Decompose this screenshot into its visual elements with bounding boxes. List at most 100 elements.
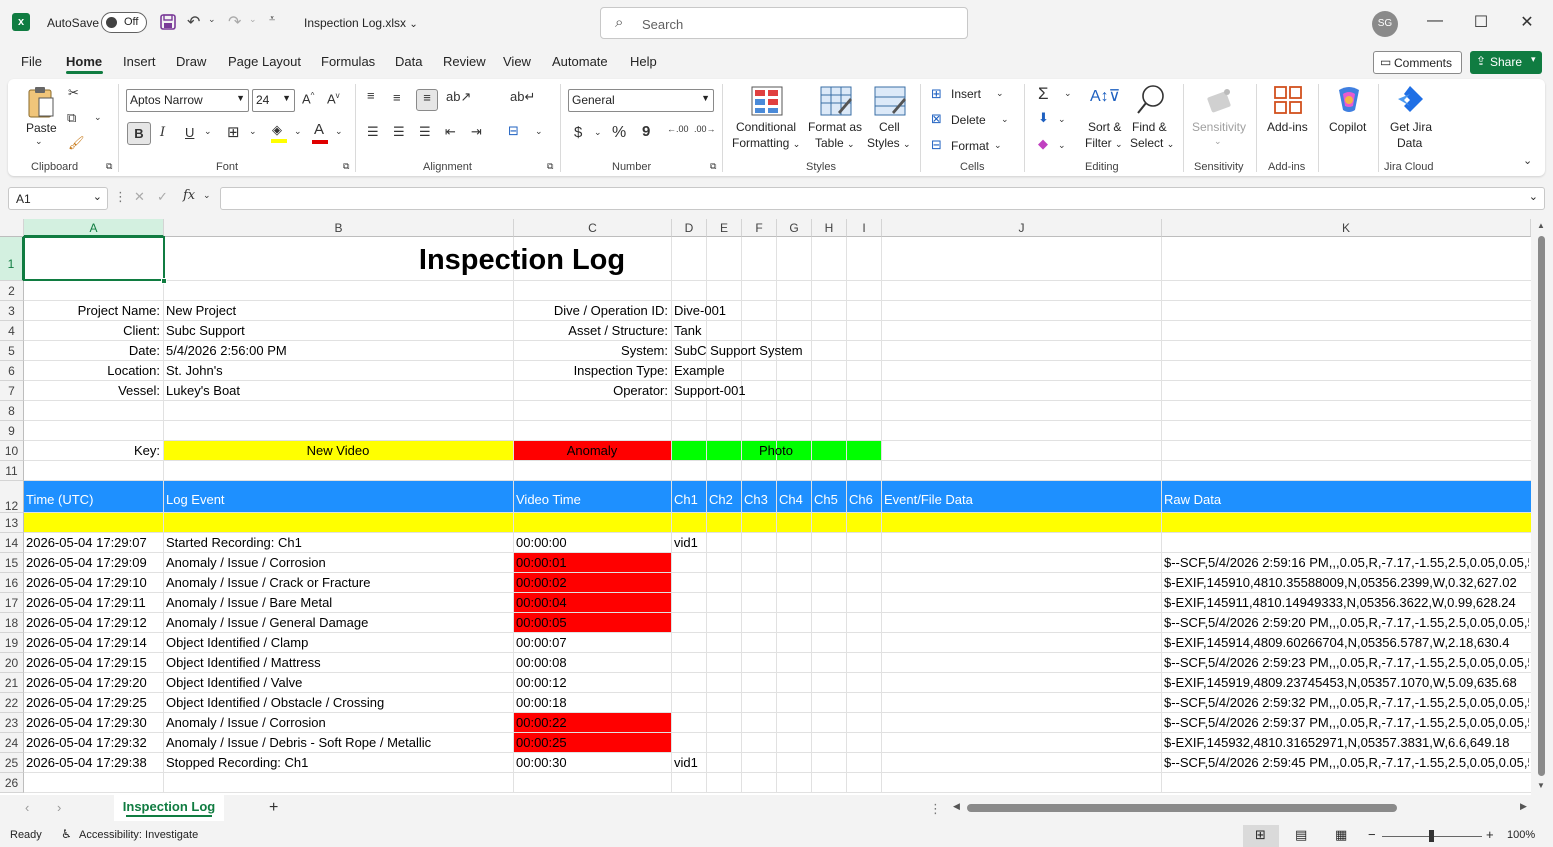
bold-button[interactable]: B: [127, 122, 151, 145]
row-header[interactable]: 13: [0, 513, 24, 533]
merge-dropdown-icon[interactable]: ⌄: [535, 126, 543, 137]
log-raw-data[interactable]: $--SCF,5/4/2026 2:59:37 PM,,,0.05,R,-7.1…: [1162, 713, 1529, 733]
select-all-corner[interactable]: [0, 219, 24, 237]
dialog-launcher-icon[interactable]: ⧉: [343, 161, 349, 172]
info-label[interactable]: Date:: [24, 341, 162, 361]
jira-icon[interactable]: [1395, 84, 1425, 116]
format-as-table-label-2[interactable]: Table ⌄: [815, 136, 855, 150]
dialog-launcher-icon[interactable]: ⧉: [547, 161, 553, 172]
row-header[interactable]: 6: [0, 361, 24, 381]
merge-center-icon[interactable]: ⊟: [508, 123, 519, 139]
wrap-text-icon[interactable]: ab↵: [510, 89, 535, 105]
share-button[interactable]: ⇪ Share ▾: [1470, 51, 1542, 74]
log-time[interactable]: 2026-05-04 17:29:10: [24, 573, 162, 593]
row-header[interactable]: 19: [0, 633, 24, 653]
log-event[interactable]: Anomaly / Issue / Crack or Fracture: [164, 573, 512, 593]
row-header[interactable]: 1: [0, 237, 24, 281]
log-raw-data[interactable]: $--SCF,5/4/2026 2:59:45 PM,,,0.05,R,-7.1…: [1162, 753, 1529, 773]
insert-function-button[interactable]: fx: [183, 188, 195, 203]
log-ch1[interactable]: [672, 573, 705, 593]
row-header[interactable]: 2: [0, 281, 24, 301]
log-raw-data[interactable]: $-EXIF,145910,4810.35588009,N,05356.2399…: [1162, 573, 1529, 593]
row-header[interactable]: 11: [0, 461, 24, 481]
font-color-dropdown-icon[interactable]: ⌄: [335, 126, 343, 137]
fill-icon[interactable]: ⬇: [1038, 110, 1049, 126]
format-painter-icon[interactable]: 🖌: [68, 135, 85, 151]
zoom-slider-thumb[interactable]: [1429, 830, 1434, 842]
zoom-level[interactable]: 100%: [1507, 829, 1535, 841]
log-time[interactable]: 2026-05-04 17:29:30: [24, 713, 162, 733]
increase-decimal-button[interactable]: ←.00: [667, 124, 689, 134]
table-header[interactable]: Ch4: [777, 487, 810, 513]
sheet-tab-inspection-log[interactable]: Inspection Log: [114, 795, 224, 821]
tab-automate[interactable]: Automate: [552, 54, 608, 69]
collapse-ribbon-icon[interactable]: ⌄: [1523, 154, 1532, 167]
clear-icon[interactable]: ◆: [1038, 136, 1048, 152]
info-value[interactable]: Dive-001: [672, 301, 880, 321]
info-value[interactable]: Subc Support: [164, 321, 512, 341]
key-photo[interactable]: Photo: [672, 441, 880, 461]
borders-icon[interactable]: ⊞: [227, 123, 240, 141]
table-header[interactable]: Video Time: [514, 487, 670, 513]
chevron-down-icon[interactable]: ⌄: [1214, 136, 1222, 147]
redo-dropdown-icon[interactable]: ⌄: [249, 14, 257, 25]
scroll-up-icon[interactable]: ▲: [1537, 221, 1545, 230]
info-label[interactable]: Inspection Type:: [514, 361, 670, 381]
log-raw-data[interactable]: $-EXIF,145932,4810.31652971,N,05357.3831…: [1162, 733, 1529, 753]
column-header-k[interactable]: K: [1162, 219, 1531, 237]
spreadsheet-grid[interactable]: A B C D E F G H I J K 1 2 3 4 5 6 7 8 9 10 11 12 13 14 15 16 17 18 19…: [0, 219, 1553, 795]
column-header-h[interactable]: H: [812, 219, 847, 237]
info-value[interactable]: Lukey's Boat: [164, 381, 512, 401]
dialog-launcher-icon[interactable]: ⧉: [106, 161, 112, 172]
paste-label[interactable]: Paste: [26, 121, 57, 135]
row-header[interactable]: 8: [0, 401, 24, 421]
number-format-select[interactable]: General ▼: [568, 89, 714, 112]
percent-button[interactable]: %: [612, 124, 626, 142]
info-label[interactable]: Location:: [24, 361, 162, 381]
table-header[interactable]: Ch1: [672, 487, 705, 513]
row-header[interactable]: 22: [0, 693, 24, 713]
tab-file[interactable]: File: [21, 54, 42, 69]
decrease-indent-icon[interactable]: ⇤: [445, 124, 456, 140]
file-name[interactable]: Inspection Log.xlsx ⌄: [304, 16, 418, 30]
log-ch1[interactable]: [672, 713, 705, 733]
tab-home[interactable]: Home: [66, 54, 102, 69]
log-video-time[interactable]: 00:00:07: [514, 633, 670, 653]
log-video-time[interactable]: 00:00:04: [514, 593, 670, 613]
info-value[interactable]: Example: [672, 361, 880, 381]
log-video-time[interactable]: 00:00:25: [514, 733, 670, 753]
column-header-i[interactable]: I: [847, 219, 882, 237]
scroll-down-icon[interactable]: ▼: [1537, 781, 1545, 790]
dialog-launcher-icon[interactable]: ⧉: [710, 161, 716, 172]
row-header[interactable]: 14: [0, 533, 24, 553]
align-right-icon[interactable]: ☰: [419, 124, 431, 140]
underline-button[interactable]: U: [185, 125, 194, 140]
undo-icon[interactable]: ↶: [187, 12, 200, 32]
log-ch1[interactable]: [672, 593, 705, 613]
log-video-time[interactable]: 00:00:02: [514, 573, 670, 593]
decrease-font-size-icon[interactable]: Av: [327, 91, 340, 106]
autosum-dropdown-icon[interactable]: ⌄: [1064, 88, 1072, 99]
row-header[interactable]: 18: [0, 613, 24, 633]
scroll-left-icon[interactable]: ◀: [953, 801, 960, 812]
tab-insert[interactable]: Insert: [123, 54, 156, 69]
info-value[interactable]: New Project: [164, 301, 512, 321]
find-select-label-2[interactable]: Select ⌄: [1130, 136, 1174, 150]
log-ch1[interactable]: [672, 613, 705, 633]
column-header-j[interactable]: J: [882, 219, 1162, 237]
column-header-g[interactable]: G: [777, 219, 812, 237]
log-event[interactable]: Object Identified / Obstacle / Crossing: [164, 693, 512, 713]
table-header[interactable]: Raw Data: [1162, 487, 1529, 513]
cell-styles-icon[interactable]: [874, 86, 906, 116]
sort-filter-label-1[interactable]: Sort &: [1088, 120, 1121, 134]
row-header[interactable]: 15: [0, 553, 24, 573]
add-sheet-icon[interactable]: +: [269, 799, 278, 817]
insert-cells-icon[interactable]: ⊞: [931, 86, 942, 102]
row-header[interactable]: 16: [0, 573, 24, 593]
redo-icon[interactable]: ↷: [228, 12, 241, 32]
table-header[interactable]: Ch5: [812, 487, 845, 513]
log-raw-data[interactable]: [1162, 533, 1529, 553]
font-name-select[interactable]: Aptos Narrow ▼: [126, 89, 249, 112]
log-raw-data[interactable]: $--SCF,5/4/2026 2:59:20 PM,,,0.05,R,-7.1…: [1162, 613, 1529, 633]
zoom-in-icon[interactable]: +: [1486, 827, 1494, 842]
